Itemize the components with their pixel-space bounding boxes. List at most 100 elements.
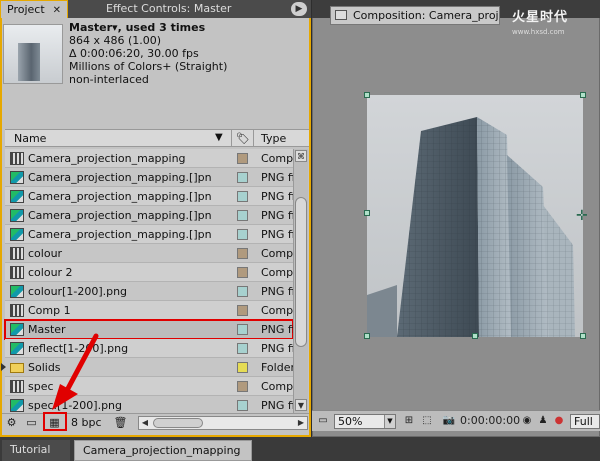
item-name: Camera_projection_mapping bbox=[28, 152, 186, 165]
dropdown-arrow-icon[interactable]: ▼ bbox=[384, 415, 395, 428]
label-color-swatch[interactable] bbox=[237, 248, 248, 259]
footage-title[interactable]: Master▾, used 3 times bbox=[69, 21, 227, 34]
layer-handle[interactable] bbox=[364, 92, 370, 98]
list-item[interactable]: Comp 1 Comp bbox=[5, 301, 293, 320]
channel-icon[interactable]: ● bbox=[552, 414, 566, 428]
layer-handle[interactable] bbox=[580, 92, 586, 98]
scroll-left-icon[interactable]: ◀ bbox=[139, 417, 151, 429]
always-preview-icon[interactable]: ▭ bbox=[316, 414, 330, 428]
column-name-header[interactable]: Name bbox=[14, 132, 46, 145]
flowchart-icon[interactable]: ⌘ bbox=[295, 150, 307, 162]
footage-info: Master▾, used 3 times 864 x 486 (1.00) Δ… bbox=[69, 21, 227, 86]
composition-tab-label: Composition: Camera_projection_mapping bbox=[353, 9, 500, 22]
timeline-tabbar: Tutorial Camera_projection_mapping bbox=[0, 437, 600, 461]
new-folder-icon[interactable]: ▭ bbox=[24, 416, 39, 430]
lock-icon[interactable] bbox=[335, 10, 347, 20]
expand-triangle-icon[interactable] bbox=[1, 363, 6, 371]
resolution-select[interactable]: Full bbox=[570, 414, 600, 429]
interpret-footage-icon[interactable]: ⚙ bbox=[4, 416, 19, 430]
item-type: Comp bbox=[261, 304, 293, 317]
item-type: PNG file bbox=[261, 399, 293, 412]
composition-panel: Composition: Camera_projection_mapping 火… bbox=[312, 0, 600, 437]
label-color-swatch[interactable] bbox=[237, 343, 248, 354]
panel-menu-icon[interactable]: ▶ bbox=[291, 2, 307, 16]
item-type: Comp bbox=[261, 380, 293, 393]
png-icon bbox=[10, 323, 24, 336]
snapshot-icon[interactable]: ◉ bbox=[520, 414, 534, 428]
show-snapshot-icon[interactable]: ♟ bbox=[536, 414, 550, 428]
label-color-swatch[interactable] bbox=[237, 381, 248, 392]
label-color-swatch[interactable] bbox=[237, 267, 248, 278]
tab-tutorial[interactable]: Tutorial bbox=[2, 440, 70, 461]
hscroll-thumb[interactable] bbox=[153, 418, 203, 428]
layer-handle[interactable] bbox=[580, 333, 586, 339]
current-time-display[interactable]: 0:00:00:00 bbox=[460, 414, 520, 427]
list-item[interactable]: colour 2 Comp bbox=[5, 263, 293, 282]
watermark-url: www.hxsd.com bbox=[512, 28, 565, 36]
scroll-down-icon[interactable]: ▼ bbox=[295, 399, 307, 411]
comp-icon bbox=[10, 304, 24, 317]
label-color-swatch[interactable] bbox=[237, 229, 248, 240]
label-color-swatch[interactable] bbox=[237, 400, 248, 411]
list-item[interactable]: Camera_projection_mapping.[]pn PNG file bbox=[5, 187, 293, 206]
left-panel-tabbar: Project ✕ Effect Controls: Master ▶ bbox=[0, 0, 311, 18]
list-item[interactable]: Camera_projection_mapping Comp bbox=[5, 149, 293, 168]
layer-handle[interactable] bbox=[472, 333, 478, 339]
layer-handle[interactable] bbox=[364, 333, 370, 339]
png-icon bbox=[10, 209, 24, 222]
column-type-header[interactable]: Type bbox=[261, 132, 286, 145]
tab-composition[interactable]: Composition: Camera_projection_mapping bbox=[330, 6, 500, 25]
tab-project[interactable]: Project ✕ bbox=[0, 0, 68, 18]
list-item[interactable]: Camera_projection_mapping.[]pn PNG file bbox=[5, 168, 293, 187]
list-item[interactable]: Camera_projection_mapping.[]pn PNG file bbox=[5, 225, 293, 244]
list-item[interactable]: colour[1-200].png PNG file bbox=[5, 282, 293, 301]
tab-effect-controls[interactable]: Effect Controls: Master bbox=[100, 0, 250, 18]
trash-icon[interactable]: 🗑 bbox=[113, 416, 128, 430]
layer-handle[interactable] bbox=[364, 210, 370, 216]
anchor-point-icon[interactable]: ✛ bbox=[576, 208, 588, 224]
footage-colors: Millions of Colors+ (Straight) bbox=[69, 60, 228, 73]
tab-timeline[interactable]: Camera_projection_mapping bbox=[74, 440, 252, 461]
horizontal-scrollbar[interactable]: ◀ ▶ bbox=[138, 416, 308, 430]
label-color-swatch[interactable] bbox=[237, 191, 248, 202]
label-color-swatch[interactable] bbox=[237, 153, 248, 164]
bit-depth-button[interactable]: 8 bpc bbox=[71, 416, 102, 429]
footage-duration: Δ 0:00:06:20, 30.00 fps bbox=[69, 47, 199, 60]
png-icon bbox=[10, 285, 24, 298]
item-type: PNG file bbox=[261, 171, 293, 184]
label-color-swatch[interactable] bbox=[237, 324, 248, 335]
current-time-icon[interactable]: 📷 bbox=[442, 414, 456, 428]
sort-chevron-icon[interactable]: ▼ bbox=[215, 132, 223, 143]
safe-zones-icon[interactable]: ⊞ bbox=[402, 414, 416, 428]
composition-viewer[interactable] bbox=[367, 95, 583, 337]
png-icon bbox=[10, 342, 24, 355]
region-of-interest-icon[interactable]: ⬚ bbox=[420, 414, 434, 428]
resolution-value: Full bbox=[574, 415, 593, 428]
item-name: Camera_projection_mapping.[]pn bbox=[28, 228, 212, 241]
comp-icon bbox=[10, 380, 24, 393]
tab-timeline-label: Camera_projection_mapping bbox=[83, 444, 241, 457]
label-color-swatch[interactable] bbox=[237, 305, 248, 316]
vertical-scrollbar[interactable]: ⌘ ▼ bbox=[293, 149, 308, 413]
item-type: PNG file bbox=[261, 209, 293, 222]
scroll-right-icon[interactable]: ▶ bbox=[295, 417, 307, 429]
item-type: PNG file bbox=[261, 228, 293, 241]
zoom-select[interactable]: 50% ▼ bbox=[334, 414, 396, 429]
item-name: Camera_projection_mapping.[]pn bbox=[28, 190, 212, 203]
list-header: Name ▼ 🏷 Type bbox=[5, 129, 309, 147]
item-type: Folder bbox=[261, 361, 293, 374]
list-item[interactable]: colour Comp bbox=[5, 244, 293, 263]
label-color-swatch[interactable] bbox=[237, 210, 248, 221]
label-color-swatch[interactable] bbox=[237, 362, 248, 373]
scroll-thumb[interactable] bbox=[295, 197, 307, 347]
close-icon[interactable]: ✕ bbox=[53, 2, 61, 18]
item-type: PNG file bbox=[261, 323, 293, 336]
list-item[interactable]: Camera_projection_mapping.[]pn PNG file bbox=[5, 206, 293, 225]
item-type: Comp bbox=[261, 152, 293, 165]
label-color-swatch[interactable] bbox=[237, 286, 248, 297]
label-tag-icon[interactable]: 🏷 bbox=[236, 132, 250, 145]
comp-icon bbox=[10, 152, 24, 165]
png-icon bbox=[10, 171, 24, 184]
composition-toolbar: ▭ 50% ▼ ⊞ ⬚ 📷 0:00:00:00 ◉ ♟ ● Full bbox=[312, 410, 600, 431]
label-color-swatch[interactable] bbox=[237, 172, 248, 183]
